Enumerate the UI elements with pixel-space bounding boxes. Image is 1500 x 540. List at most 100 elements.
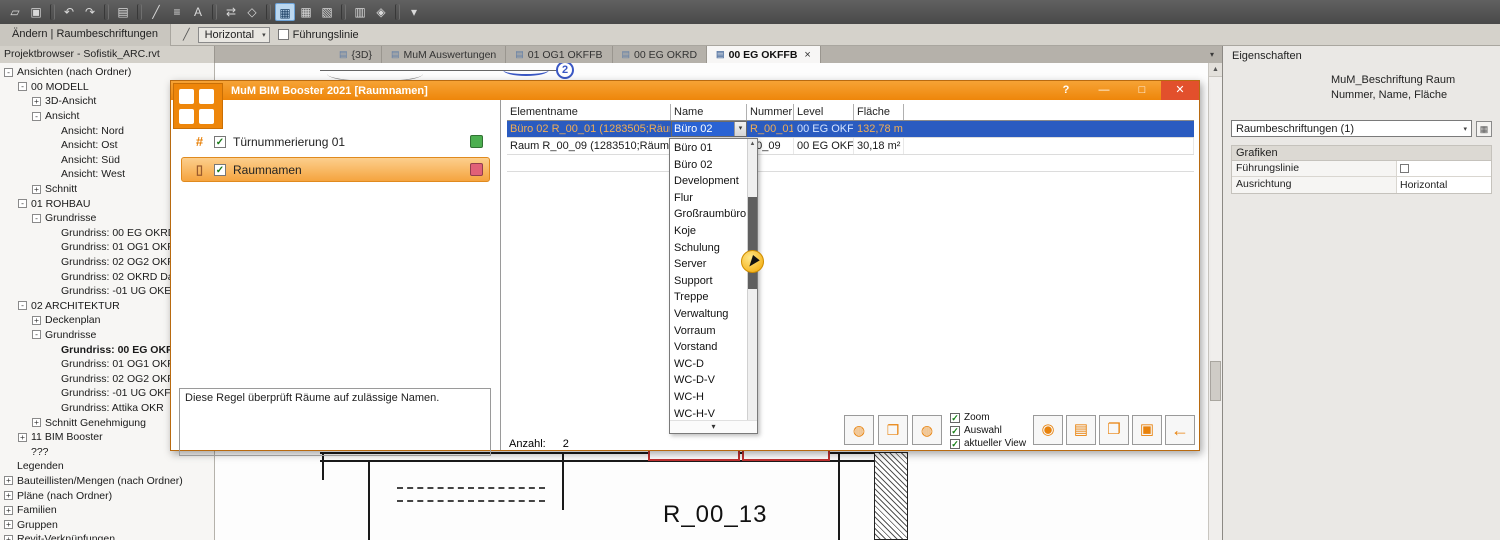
dropdown-item[interactable]: Verwaltung	[670, 306, 747, 323]
dropdown-item[interactable]: WC-H	[670, 389, 747, 406]
scrollbar-thumb[interactable]	[748, 197, 757, 289]
canvas-scrollbar[interactable]: ▲	[1208, 63, 1222, 540]
schedule-active-icon[interactable]: ▦	[275, 3, 295, 21]
schedule-icon[interactable]: ▦	[296, 3, 316, 21]
type-preview[interactable]: MuM_Beschriftung Raum Nummer, Name, Fläc…	[1231, 72, 1492, 114]
tree-item[interactable]: Legenden	[0, 459, 214, 474]
rule-checkbox[interactable]: ✓	[214, 164, 226, 176]
property-value[interactable]: Horizontal	[1397, 177, 1491, 193]
element-selector[interactable]: Raumbeschriftungen (1) ▾	[1231, 120, 1472, 137]
property-checkbox[interactable]	[1400, 164, 1409, 173]
tree-item[interactable]: + Familien	[0, 503, 214, 518]
view-tab[interactable]: ▤ {3D}	[330, 46, 382, 63]
property-value[interactable]	[1397, 161, 1491, 176]
tree-expand-icon[interactable]: +	[18, 433, 27, 442]
checkbox-box[interactable]: ✓	[950, 439, 960, 449]
tree-expand-icon[interactable]: +	[32, 316, 41, 325]
section-header-grafiken[interactable]: Grafiken	[1231, 145, 1492, 160]
checkbox-box[interactable]	[278, 29, 289, 40]
rule-row[interactable]: ▯ ✓ Raumnamen	[181, 157, 490, 182]
copy-button[interactable]: ❐	[1099, 415, 1129, 445]
show-element-button[interactable]: ◉	[1033, 415, 1063, 445]
tree-expand-icon[interactable]: +	[32, 418, 41, 427]
leader-checkbox[interactable]: Führungslinie	[278, 29, 359, 41]
tree-item[interactable]: + Gruppen	[0, 517, 214, 532]
tree-expand-icon[interactable]: +	[32, 185, 41, 194]
bulb-plus-button[interactable]: ◍	[912, 415, 942, 445]
column-header[interactable]: Name	[671, 104, 747, 120]
dropdown-item[interactable]: Großraumbüro	[670, 206, 747, 223]
tree-expand-icon[interactable]: +	[4, 476, 13, 485]
scroll-up-icon[interactable]: ▲	[748, 139, 757, 149]
bulb-button[interactable]: ◍	[844, 415, 874, 445]
tree-expand-icon[interactable]: -	[32, 214, 41, 223]
undo-icon[interactable]: ↶	[59, 3, 79, 21]
redo-icon[interactable]: ↷	[80, 3, 100, 21]
dropdown-scrollbar[interactable]: ▲	[747, 139, 757, 420]
switch-windows-icon[interactable]: ◈	[371, 3, 391, 21]
text-icon[interactable]: A	[188, 3, 208, 21]
cell-flaeche[interactable]: 132,78 m²	[854, 121, 904, 137]
context-tab-label[interactable]: Ändern | Raumbeschriftungen	[0, 24, 171, 46]
tree-expand-icon[interactable]: -	[18, 301, 27, 310]
dropdown-item[interactable]: Schulung	[670, 240, 747, 257]
save-button[interactable]: ▣	[1132, 415, 1162, 445]
help-button[interactable]: ?	[1047, 81, 1085, 100]
view-tab[interactable]: ▤ 00 EG OKRD	[613, 46, 708, 63]
view-tab[interactable]: ▤ 00 EG OKFFB ×	[707, 46, 821, 63]
cell-nummer[interactable]: R_00_01	[747, 121, 794, 137]
cell-level[interactable]: 00 EG OKFFB	[794, 121, 854, 137]
dropdown-item[interactable]: WC-H-V	[670, 406, 747, 421]
toolbar-overflow-icon[interactable]: ▾	[404, 3, 424, 21]
dropdown-item[interactable]: Flur	[670, 190, 747, 207]
tree-expand-icon[interactable]: -	[4, 68, 13, 77]
dropdown-scroll-down[interactable]: ▾	[670, 420, 757, 433]
aligned-dimension-icon[interactable]: ≡	[167, 3, 187, 21]
export-button[interactable]: ▤	[1066, 415, 1096, 445]
tab-close-icon[interactable]: ×	[804, 49, 810, 61]
measure-icon[interactable]: ╱	[146, 3, 166, 21]
tree-expand-icon[interactable]: -	[18, 199, 27, 208]
dropdown-item[interactable]: Support	[670, 273, 747, 290]
name-combobox[interactable]: Büro 02 ▾	[671, 121, 747, 137]
dropdown-item[interactable]: WC-D-V	[670, 372, 747, 389]
tree-item[interactable]: + Revit-Verknüpfungen	[0, 532, 214, 540]
table-edit-icon[interactable]: ▧	[317, 3, 337, 21]
rule-checkbox[interactable]: ✓	[214, 136, 226, 148]
dropdown-item[interactable]: Vorraum	[670, 323, 747, 340]
dropdown-item[interactable]: Büro 02	[670, 157, 747, 174]
dropdown-item[interactable]: Büro 01	[670, 140, 747, 157]
column-header[interactable]: Elementname	[507, 104, 671, 120]
minimize-button[interactable]: —	[1085, 81, 1123, 100]
view-tab[interactable]: ▤ 01 OG1 OKFFB	[506, 46, 612, 63]
tab-overflow-icon[interactable]: ▾	[1210, 50, 1214, 59]
section-icon[interactable]: ◇	[242, 3, 262, 21]
close-button[interactable]: ✕	[1161, 81, 1199, 100]
checkbox-box[interactable]: ✓	[950, 426, 960, 436]
tree-expand-icon[interactable]: +	[4, 491, 13, 500]
maximize-button[interactable]: □	[1123, 81, 1161, 100]
tree-expand-icon[interactable]: +	[4, 520, 13, 529]
column-header[interactable]: Fläche	[854, 104, 904, 120]
scrollbar-thumb[interactable]	[1210, 361, 1221, 401]
cell-flaeche[interactable]: 30,18 m²	[854, 138, 904, 154]
save-icon[interactable]: ▣	[26, 3, 46, 21]
footer-checkbox[interactable]: ✓ Zoom	[950, 412, 1026, 423]
cell-elementname[interactable]: Raum R_00_09 (1283510;Räume)	[507, 138, 671, 154]
table-row[interactable]: Büro 02 R_00_01 (1283505;Räume) R_00_01 …	[507, 121, 1194, 138]
cell-level[interactable]: 00 EG OKFFB	[794, 138, 854, 154]
table-row[interactable]: Raum R_00_09 (1283510;Räume) 00_09 00 EG…	[507, 138, 1194, 155]
swap-icon[interactable]: ⇄	[221, 3, 241, 21]
tree-item[interactable]: - Ansichten (nach Ordner)	[0, 65, 214, 80]
print-icon[interactable]: ▤	[113, 3, 133, 21]
tree-item[interactable]: + Pläne (nach Ordner)	[0, 488, 214, 503]
open-icon[interactable]: ▱	[5, 3, 25, 21]
dropdown-item[interactable]: Vorstand	[670, 339, 747, 356]
tree-expand-icon[interactable]: +	[4, 506, 13, 515]
pages-button[interactable]: ❐	[878, 415, 908, 445]
view-tab[interactable]: ▤ MuM Auswertungen	[382, 46, 506, 63]
cell-elementname[interactable]: Büro 02 R_00_01 (1283505;Räume)	[507, 121, 671, 137]
tree-expand-icon[interactable]: -	[32, 112, 41, 121]
dialog-titlebar[interactable]: MuM BIM Booster 2021 [Raumnamen] ? — □ ✕	[171, 81, 1199, 100]
tree-expand-icon[interactable]: +	[32, 97, 41, 106]
